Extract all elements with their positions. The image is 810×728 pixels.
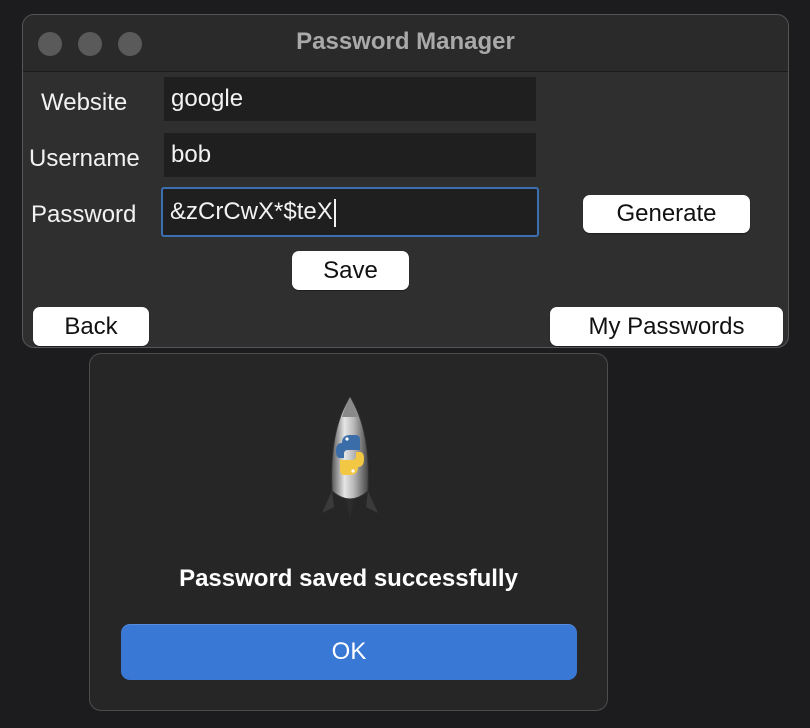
alert-dialog: Password saved successfully OK (89, 353, 608, 711)
dialog-message: Password saved successfully (179, 565, 518, 592)
username-label: Username (29, 145, 140, 172)
generate-button[interactable]: Generate (583, 195, 750, 233)
password-value: &zCrCwX*$teX (170, 198, 333, 225)
back-button[interactable]: Back (33, 307, 149, 346)
save-button[interactable]: Save (292, 251, 409, 290)
website-label: Website (41, 89, 128, 116)
username-field[interactable]: bob (164, 133, 536, 177)
python-rocket-icon (322, 396, 378, 519)
password-field[interactable]: &zCrCwX*$teX (161, 187, 539, 237)
window-title: Password Manager (296, 28, 515, 55)
ok-button[interactable]: OK (121, 624, 577, 680)
title-bar[interactable]: Password Manager (23, 15, 788, 72)
my-passwords-button[interactable]: My Passwords (550, 307, 783, 346)
text-caret (333, 198, 336, 227)
password-manager-window: Password Manager Website google Username… (22, 14, 789, 348)
password-label: Password (31, 201, 137, 228)
website-field[interactable]: google (164, 77, 536, 121)
